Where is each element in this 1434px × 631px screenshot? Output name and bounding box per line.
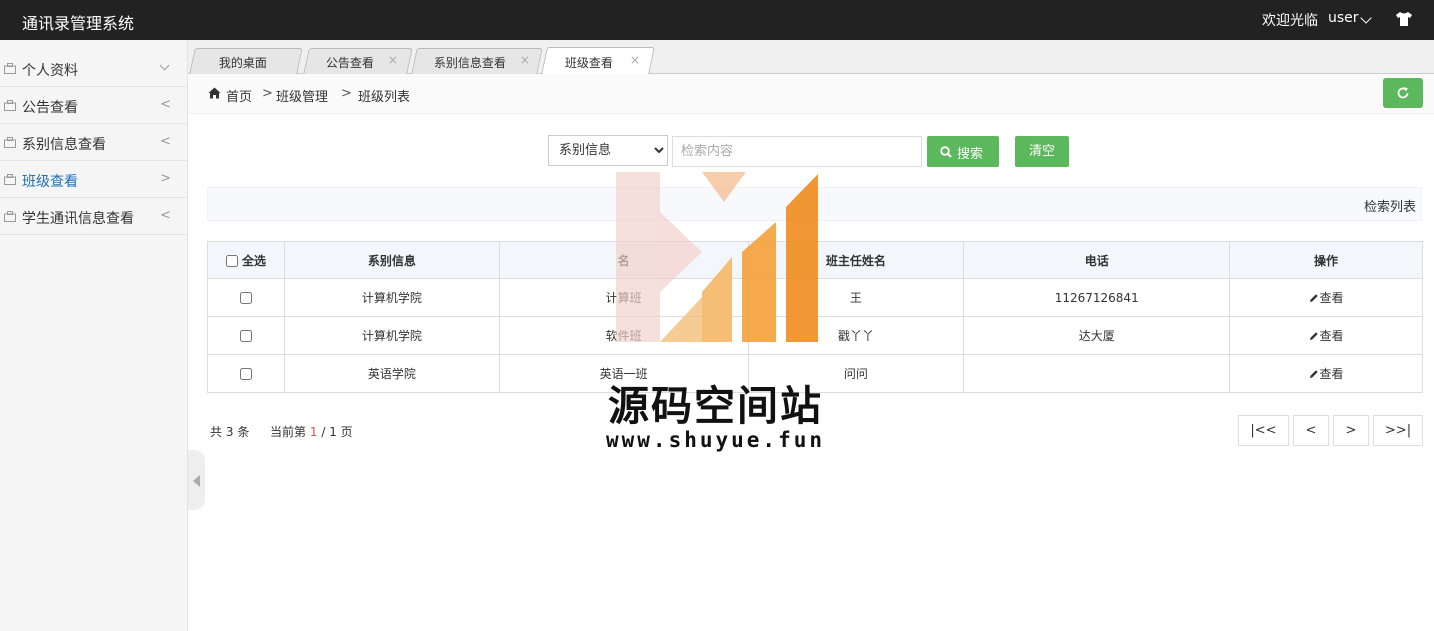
breadcrumb: 首页 > 班级管理 > 班级列表 (188, 74, 1434, 114)
chevron-left-icon: < (160, 208, 171, 223)
tab-notices[interactable]: 公告查看 × (303, 48, 413, 74)
select-all-label: 全选 (242, 253, 267, 268)
clear-button[interactable]: 清空 (1015, 136, 1069, 167)
breadcrumb-separator: > (262, 86, 273, 101)
pagination-current: 当前第 1 / 1 页 (270, 423, 353, 440)
briefcase-icon (4, 100, 16, 111)
tab-label: 系别信息查看 (433, 56, 506, 70)
sidebar-item-label: 学生通讯信息查看 (22, 211, 134, 227)
breadcrumb-class-list: 班级列表 (358, 90, 411, 105)
sidebar-item-notices[interactable]: 公告查看 < (0, 87, 187, 124)
last-page-button[interactable]: >>| (1373, 415, 1423, 446)
shirt-icon[interactable] (1395, 11, 1413, 27)
row-checkbox[interactable] (239, 292, 252, 304)
cell-phone: 11267126841 (963, 278, 1231, 317)
cell-department: 计算机学院 (283, 316, 500, 355)
row-checkbox[interactable] (239, 330, 252, 342)
column-header: 电话 (963, 241, 1231, 279)
sidebar-item-student-contacts[interactable]: 学生通讯信息查看 < (0, 198, 187, 235)
breadcrumb-separator: > (341, 86, 352, 101)
view-button[interactable]: 查看 (1309, 291, 1344, 305)
caret-left-icon (193, 475, 200, 487)
refresh-icon (1397, 87, 1409, 99)
refresh-button[interactable] (1383, 78, 1423, 108)
watermark-title: 源码空间站 (608, 382, 823, 430)
view-label: 查看 (1319, 329, 1344, 343)
view-label: 查看 (1319, 291, 1344, 305)
close-icon[interactable]: × (630, 53, 640, 67)
cell-department: 英语学院 (283, 354, 500, 393)
briefcase-icon (4, 63, 16, 74)
chevron-down-icon (159, 60, 170, 71)
current-page: 1 (309, 425, 318, 439)
briefcase-icon (4, 137, 16, 148)
chevron-left-icon: < (160, 97, 171, 112)
row-checkbox[interactable] (239, 368, 252, 380)
cell-phone (963, 354, 1231, 393)
search-field-select[interactable]: 系别信息 (548, 135, 668, 166)
total-pages: 1 (329, 425, 337, 439)
sidebar-collapse-handle[interactable] (188, 450, 205, 510)
chevron-down-icon[interactable] (1360, 12, 1372, 24)
tab-label: 我的桌面 (218, 56, 267, 70)
column-header: 操作 (1229, 241, 1423, 279)
app-title: 通讯录管理系统 (22, 14, 135, 33)
cell-department: 计算机学院 (283, 278, 500, 317)
watermark-logo (616, 172, 818, 342)
tab-bar: 我的桌面 公告查看 × 系别信息查看 × 班级查看 × (188, 40, 1434, 75)
total-suffix: 条 (237, 425, 250, 439)
pagination-total: 共 3 条 (210, 423, 249, 440)
briefcase-icon (4, 174, 16, 185)
watermark-url: www.shuyue.fun (606, 428, 826, 452)
page-separator: / (321, 425, 326, 439)
top-header: 通讯录管理系统 欢迎光临 user (0, 0, 1434, 40)
tab-desktop[interactable]: 我的桌面 (189, 48, 303, 74)
search-icon (940, 146, 952, 158)
next-page-button[interactable]: > (1333, 415, 1369, 446)
tab-label: 班级查看 (564, 56, 613, 70)
sidebar-item-label: 班级查看 (22, 174, 78, 190)
welcome-text: 欢迎光临 (1262, 13, 1318, 29)
pencil-icon (1309, 332, 1318, 340)
search-button[interactable]: 搜索 (927, 136, 999, 167)
sidebar-item-departments[interactable]: 系别信息查看 < (0, 124, 187, 161)
view-button[interactable]: 查看 (1309, 329, 1344, 343)
pages-suffix: 页 (340, 425, 353, 439)
user-menu[interactable]: user (1328, 10, 1359, 26)
view-label: 查看 (1319, 367, 1344, 381)
tab-label: 公告查看 (325, 56, 374, 70)
sidebar: 个人资料 公告查看 < 系别信息查看 < 班级查看 > 学生通讯信息查看 < (0, 40, 188, 631)
select-all-checkbox[interactable] (225, 255, 238, 267)
sidebar-item-label: 系别信息查看 (22, 137, 106, 153)
column-header: 系别信息 (283, 241, 500, 279)
tab-classes[interactable]: 班级查看 × (541, 47, 655, 75)
tab-departments[interactable]: 系别信息查看 × (411, 48, 543, 74)
current-prefix: 当前第 (270, 425, 307, 439)
search-input[interactable] (672, 136, 922, 167)
close-icon[interactable]: × (388, 53, 398, 67)
search-button-label: 搜索 (957, 147, 984, 162)
close-icon[interactable]: × (520, 53, 530, 67)
home-icon (208, 87, 221, 99)
total-prefix: 共 (210, 425, 223, 439)
chevron-left-icon: < (160, 134, 171, 149)
select-all-cell[interactable]: 全选 (207, 241, 285, 279)
view-button[interactable]: 查看 (1309, 367, 1344, 381)
chevron-right-icon: > (160, 171, 171, 186)
first-page-button[interactable]: |<< (1238, 415, 1289, 446)
sidebar-item-profile[interactable]: 个人资料 (0, 50, 187, 87)
total-count: 3 (225, 425, 234, 439)
pencil-icon (1309, 370, 1318, 378)
list-title: 检索列表 (1363, 200, 1416, 215)
sidebar-item-label: 公告查看 (22, 100, 78, 116)
sidebar-item-classes[interactable]: 班级查看 > (0, 161, 187, 198)
pencil-icon (1309, 294, 1318, 302)
cell-phone: 达大厦 (963, 316, 1231, 355)
breadcrumb-class-management[interactable]: 班级管理 (276, 86, 328, 105)
prev-page-button[interactable]: < (1293, 415, 1329, 446)
briefcase-icon (4, 211, 16, 222)
sidebar-item-label: 个人资料 (22, 63, 78, 79)
breadcrumb-home[interactable]: 首页 (226, 86, 252, 105)
